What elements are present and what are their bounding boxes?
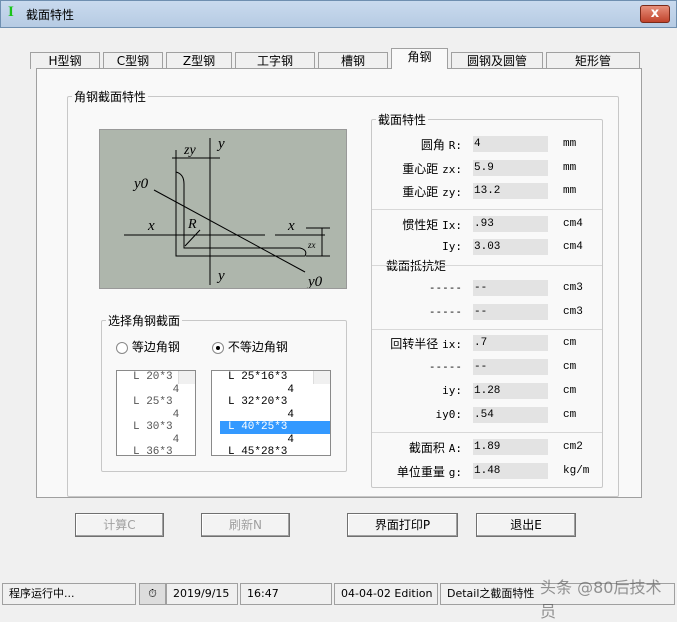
prop-value: 13.2 (473, 183, 548, 199)
label-R: R (187, 217, 197, 232)
exit-button[interactable]: 退出E (476, 513, 576, 537)
prop-value: -- (473, 280, 548, 296)
close-button[interactable]: x (640, 5, 670, 23)
label-y-bottom: y (216, 268, 225, 284)
prop-label: 重心距 zx: (402, 162, 462, 176)
prop-unit: mm (563, 138, 577, 150)
stopwatch-icon: ⏱ (139, 583, 166, 605)
prop-unit: mm (563, 185, 577, 197)
list-item[interactable]: 4 (125, 384, 195, 397)
prop-value: 1.28 (473, 383, 548, 399)
title-bar (0, 0, 677, 28)
prop-label: 单位重量 g: (396, 465, 462, 479)
properties-title: 截面特性 (376, 111, 429, 128)
print-button[interactable]: 界面打印P (347, 513, 458, 537)
prop-unit: cm3 (563, 282, 583, 294)
prop-value: 3.03 (473, 239, 548, 255)
angle-diagram: y y x x y0 y0 zy zx R (99, 129, 347, 290)
list-item[interactable]: 4 (125, 434, 195, 447)
prop-label: 回转半径 ix: (390, 337, 462, 351)
prop-label: 惯性矩 Ix: (402, 218, 462, 232)
prop-value: 1.48 (473, 463, 548, 479)
tab-3[interactable]: 工字钢 (235, 52, 315, 69)
tab-2[interactable]: Z型钢 (166, 52, 232, 69)
list-item[interactable]: 4 (220, 409, 330, 422)
prop-value: .93 (473, 216, 548, 232)
prop-value: -- (473, 359, 548, 375)
watermark: 头条 @80后技术员 (540, 578, 662, 621)
tab-7[interactable]: 矩形管 (546, 52, 640, 69)
prop-label: Iy: (442, 240, 462, 253)
scrollbar[interactable] (313, 371, 330, 384)
list-item[interactable]: 4 (220, 384, 330, 397)
select-group-title: 选择角钢截面 (106, 312, 183, 329)
radio-circle[interactable] (212, 341, 224, 354)
status-date: 2019/9/15 (166, 583, 238, 605)
list-item[interactable]: 4 (125, 409, 195, 422)
prop-unit: cm2 (563, 441, 583, 453)
label-zy: zy (183, 143, 196, 158)
unequal-angle-list[interactable]: L 25*16*3 4L 32*20*3 4L 40*25*3 4L 45*28… (211, 370, 331, 456)
prop-label: iy0: (435, 408, 463, 421)
prop-unit: cm4 (563, 218, 583, 230)
group-title: 角钢截面特性 (72, 88, 149, 105)
radio-unequal-label: 不等边角钢 (227, 340, 288, 354)
tab-4[interactable]: 槽钢 (318, 52, 388, 69)
radio-circle[interactable] (116, 341, 128, 354)
radio-equal[interactable]: 等边角钢 (116, 338, 180, 355)
list-item[interactable]: L 30*3 (125, 421, 195, 434)
label-y-top: y (216, 136, 225, 152)
prop-label: ----- (428, 360, 462, 373)
label-y0-top: y0 (132, 176, 149, 192)
list-item[interactable]: 4 (220, 434, 330, 447)
prop-unit: cm (563, 409, 577, 421)
prop-label: 截面积 A: (408, 441, 462, 455)
prop-value: 5.9 (473, 160, 548, 176)
prop-value: 4 (473, 136, 548, 152)
tab-5[interactable]: 角钢 (391, 48, 448, 69)
calculate-button[interactable]: 计算C (75, 513, 164, 537)
equal-angle-list[interactable]: L 20*3 4L 25*3 4L 30*3 4L 36*3 (116, 370, 196, 456)
list-item[interactable]: L 36*3 (125, 446, 195, 455)
status-state: 程序运行中... (2, 583, 136, 605)
prop-unit: kg/m (563, 465, 590, 477)
status-edition: 04-04-02 Edition (334, 583, 438, 605)
prop-value: .7 (473, 335, 548, 351)
list-item[interactable]: L 40*25*3 (220, 421, 330, 434)
prop-label: ----- (428, 281, 462, 294)
tab-1[interactable]: C型钢 (103, 52, 163, 69)
list-item[interactable]: L 25*3 (125, 396, 195, 409)
label-zx: zx (307, 240, 316, 250)
tab-6[interactable]: 圆钢及圆管 (451, 52, 543, 69)
prop-label: ----- (428, 305, 462, 318)
app-icon: I (8, 4, 14, 20)
prop-value: -- (473, 304, 548, 320)
prop-value: 1.89 (473, 439, 548, 455)
prop-label: 重心距 zy: (402, 185, 462, 199)
prop-label: iy: (442, 384, 462, 397)
radio-equal-label: 等边角钢 (131, 340, 180, 354)
prop-unit: cm (563, 337, 577, 349)
prop-unit: cm4 (563, 241, 583, 253)
scrollbar[interactable] (178, 371, 195, 384)
prop-value: .54 (473, 407, 548, 423)
window-title: 截面特性 (26, 8, 75, 22)
label-x-left: x (147, 218, 155, 234)
label-y0-bottom: y0 (306, 274, 323, 288)
list-item[interactable]: L 32*20*3 (220, 396, 330, 409)
prop-unit: cm (563, 361, 577, 373)
label-x-right: x (287, 218, 295, 234)
prop-label: 圆角 R: (420, 138, 462, 152)
tab-0[interactable]: H型钢 (30, 52, 100, 69)
prop-unit: cm3 (563, 306, 583, 318)
radio-unequal[interactable]: 不等边角钢 (212, 338, 288, 355)
prop-unit: mm (563, 162, 577, 174)
refresh-button[interactable]: 刷新N (201, 513, 290, 537)
diagram-svg: y y x x y0 y0 zy zx R (124, 136, 330, 290)
status-time: 16:47 (240, 583, 332, 605)
prop-unit: cm (563, 385, 577, 397)
list-item[interactable]: L 45*28*3 (220, 446, 330, 455)
